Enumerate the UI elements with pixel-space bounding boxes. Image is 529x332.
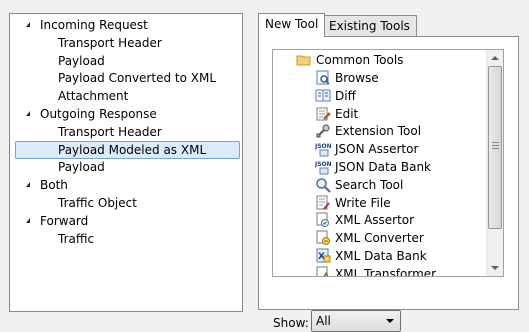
expand-triangle-icon[interactable]: [26, 217, 30, 223]
svg-text:JSON: JSON: [315, 161, 331, 168]
tab-new-tool[interactable]: New Tool: [258, 13, 326, 37]
xml-transformer-icon: [315, 266, 331, 276]
tree-item-label: Traffic: [58, 231, 95, 246]
traffic-tree[interactable]: Incoming Request Transport Header Payload P…: [9, 13, 243, 312]
tree-item-label: Incoming Request: [40, 18, 148, 32]
show-dropdown-value: All: [316, 314, 331, 328]
tool-item-label: JSON Assertor: [335, 142, 419, 157]
tree-item[interactable]: Transport Header: [10, 34, 242, 52]
new-tool-tab-body: Common Tools Browse Diff Edit Extension Tool…: [258, 36, 519, 332]
tool-folder-label: Common Tools: [316, 53, 404, 67]
tree-group[interactable]: Both: [10, 176, 242, 194]
tree-item[interactable]: Traffic Object: [10, 194, 242, 212]
tree-item-label: Transport Header: [58, 124, 162, 139]
tree-item[interactable]: Payload Converted to XML: [10, 69, 242, 87]
browse-icon: [315, 70, 331, 86]
tree-group[interactable]: Outgoing Response: [10, 105, 242, 123]
tree-item[interactable]: Payload: [10, 52, 242, 70]
chevron-down-icon[interactable]: [386, 319, 394, 323]
tool-panel: New Tool Existing Tools Common Tools Brow…: [252, 9, 520, 332]
scroll-up-arrow-icon[interactable]: [491, 56, 499, 60]
tree-group[interactable]: Forward: [10, 212, 242, 230]
tree-item-label: Attachment: [58, 89, 129, 104]
vertical-scrollbar[interactable]: [486, 50, 503, 276]
tree-item-label: Outgoing Response: [40, 107, 157, 121]
xml-converter-icon: [315, 230, 331, 246]
scrollbar-thumb[interactable]: [488, 66, 502, 229]
tab-existing-tools[interactable]: Existing Tools: [322, 15, 417, 36]
tree-group[interactable]: Incoming Request: [10, 16, 242, 34]
tool-item-label: XML Transformer: [335, 266, 437, 277]
xml-assertor-icon: [315, 212, 331, 228]
scroll-down-arrow-icon[interactable]: [491, 266, 499, 270]
tree-item[interactable]: Transport Header: [10, 123, 242, 141]
expand-triangle-icon[interactable]: [26, 111, 30, 116]
xml-data-bank-icon: X: [315, 248, 331, 264]
expand-triangle-icon[interactable]: [26, 182, 30, 188]
write-file-icon: [315, 195, 331, 211]
json-data-bank-icon: JSON: [315, 159, 331, 175]
tool-item-label: Write File: [335, 195, 391, 210]
tool-item-label: Edit: [335, 106, 359, 121]
tools-tree[interactable]: Common Tools Browse Diff Edit Extension Tool…: [272, 49, 504, 277]
tool-item-label: XML Data Bank: [335, 249, 427, 263]
tool-item-label: Search Tool: [335, 177, 404, 192]
tree-item[interactable]: Attachment: [10, 87, 242, 105]
grip-icon: [492, 142, 499, 151]
diff-icon: [315, 88, 331, 104]
extension-tool-icon: [315, 123, 331, 139]
show-label: Show:: [273, 316, 309, 330]
svg-text:JSON: JSON: [315, 143, 331, 150]
tree-item[interactable]: Payload: [10, 158, 242, 176]
tree-item[interactable]: Payload Modeled as XML: [10, 140, 242, 159]
folder-icon: [296, 52, 312, 68]
tool-item-label: Browse: [335, 71, 379, 85]
tree-item-label: Traffic Object: [58, 196, 137, 210]
show-dropdown[interactable]: All: [311, 310, 401, 332]
tool-item-label: JSON Data Bank: [335, 160, 431, 174]
tree-item-label: Payload Converted to XML: [58, 71, 216, 86]
search-icon: [315, 177, 331, 193]
json-assertor-icon: JSON: [315, 141, 331, 157]
tree-item-label: Payload: [58, 53, 105, 68]
tree-item-label: Payload: [58, 160, 105, 175]
tool-item-label: Diff: [335, 88, 356, 103]
expand-triangle-icon[interactable]: [26, 22, 30, 27]
tool-item-label: XML Converter: [335, 231, 424, 246]
tool-item-label: Extension Tool: [335, 124, 422, 139]
tree-item-label: Forward: [40, 213, 89, 228]
tool-item-label: XML Assertor: [335, 213, 415, 228]
tree-item-label: Both: [40, 178, 68, 193]
edit-icon: [315, 106, 331, 122]
tree-item-label: Payload Modeled as XML: [58, 142, 207, 157]
tree-item[interactable]: Traffic: [10, 230, 242, 248]
tree-item-label: Transport Header: [58, 35, 162, 50]
